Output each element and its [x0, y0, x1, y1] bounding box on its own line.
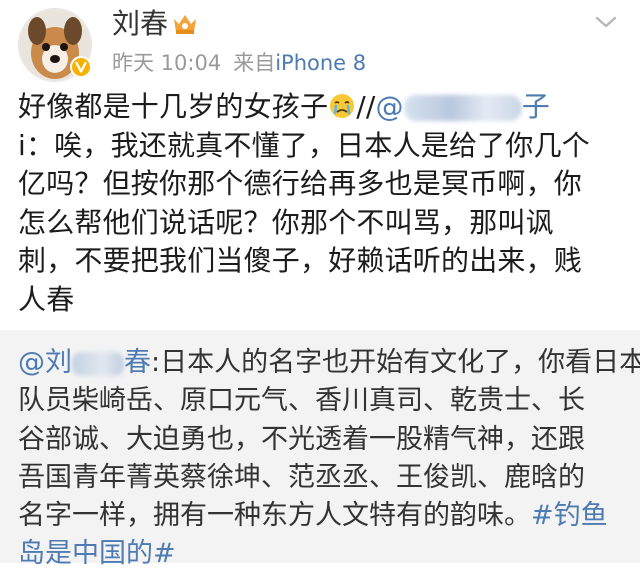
source-device-link[interactable]: iPhone 8	[275, 51, 366, 75]
post-line: i：唉，我还就真不懂了，日本人是给了你几个	[18, 127, 626, 166]
mention-tail: 子	[521, 90, 550, 123]
post-text: 刺，不要把我们当傻子，好赖话听的出来，贱	[18, 244, 583, 277]
post-line: 人春	[18, 281, 626, 320]
crying-face-emoji-icon	[328, 92, 356, 120]
post-meta: 昨天 10:04 来自iPhone 8	[112, 50, 366, 76]
repost-line: @刘 春:日本人的名字也开始有文化了，你看日本	[18, 344, 640, 382]
original-author-mention[interactable]: @刘 春	[18, 347, 151, 378]
post-line: 怎么帮他们说话呢？你那个不叫骂，那叫讽	[18, 204, 626, 243]
mention-link[interactable]: @ 子	[375, 90, 549, 123]
mention-prefix: @刘	[18, 347, 72, 378]
mention-at: @	[375, 90, 404, 123]
repost-line: 岛是中国的#	[18, 535, 626, 573]
topic-link[interactable]: #钓鱼	[531, 500, 608, 531]
repost-line: 谷部诚、大迫勇也，不光透着一股精气神，还跟	[18, 421, 626, 459]
crown-icon	[172, 12, 198, 36]
repost-text-part: 吾国青年菁英蔡徐坤、范丞丞、王俊凯、鹿晗的	[18, 461, 585, 493]
repost-slashes: //	[356, 90, 376, 123]
post-line: 好像都是十几岁的女孩子//@ 子	[18, 88, 626, 127]
repost-line: 名字一样，拥有一种东方人文特有的韵味。#钓鱼	[18, 497, 626, 535]
post-text: 好像都是十几岁的女孩子	[18, 90, 329, 123]
blurred-username	[403, 95, 522, 121]
post-time: 昨天 10:04	[112, 51, 222, 75]
repost-text-part: 队员柴崎岳、原口元气、香川真司、乾贵士、长	[18, 385, 585, 417]
post-line: 刺，不要把我们当傻子，好赖话听的出来，贱	[18, 242, 626, 281]
post-line: 亿吗？但按你那个德行给再多也是冥币啊，你	[18, 165, 626, 204]
chevron-down-icon[interactable]	[594, 14, 618, 30]
post-text: 怎么帮他们说话呢？你那个不叫骂，那叫讽	[18, 205, 554, 239]
repost-text-part: 谷部诚、大迫勇也，不光透着一股精气神，还跟	[18, 423, 585, 455]
reposted-content[interactable]: @刘 春:日本人的名字也开始有文化了，你看日本 队员柴崎岳、原口元气、香川真司、乾…	[0, 330, 640, 569]
source-label: 来自	[233, 51, 276, 75]
topic-link[interactable]: 岛是中国的#	[18, 538, 176, 569]
repost-text-part: 名字一样，拥有一种东方人文特有的韵味。	[18, 500, 531, 532]
post-body: 好像都是十几岁的女孩子//@ 子 i：唉，我还就真不懂了，日本人是给了你几个 亿吗…	[18, 88, 626, 319]
repost-line: 队员柴崎岳、原口元气、香川真司、乾贵士、长	[18, 382, 626, 420]
mention-suffix: 春	[124, 347, 151, 378]
post-text: 人春	[18, 282, 75, 316]
post-text: 亿吗？但按你那个德行给再多也是冥币啊，你	[18, 167, 583, 200]
blurred-username	[72, 351, 124, 376]
author-name[interactable]: 刘春	[112, 6, 168, 42]
repost-text: @刘 春:日本人的名字也开始有文化了，你看日本 队员柴崎岳、原口元气、香川真司、乾…	[18, 344, 640, 574]
repost-text-part: :日本人的名字也开始有文化了，你看日本	[151, 347, 640, 378]
post-header: 刘春 昨天 10:04 来自iPhone 8	[0, 0, 640, 90]
post-text: i：唉，我还就真不懂了，日本人是给了你几个	[18, 128, 590, 162]
verified-v-icon	[70, 56, 92, 78]
repost-line: 吾国青年菁英蔡徐坤、范丞丞、王俊凯、鹿晗的	[18, 459, 626, 497]
